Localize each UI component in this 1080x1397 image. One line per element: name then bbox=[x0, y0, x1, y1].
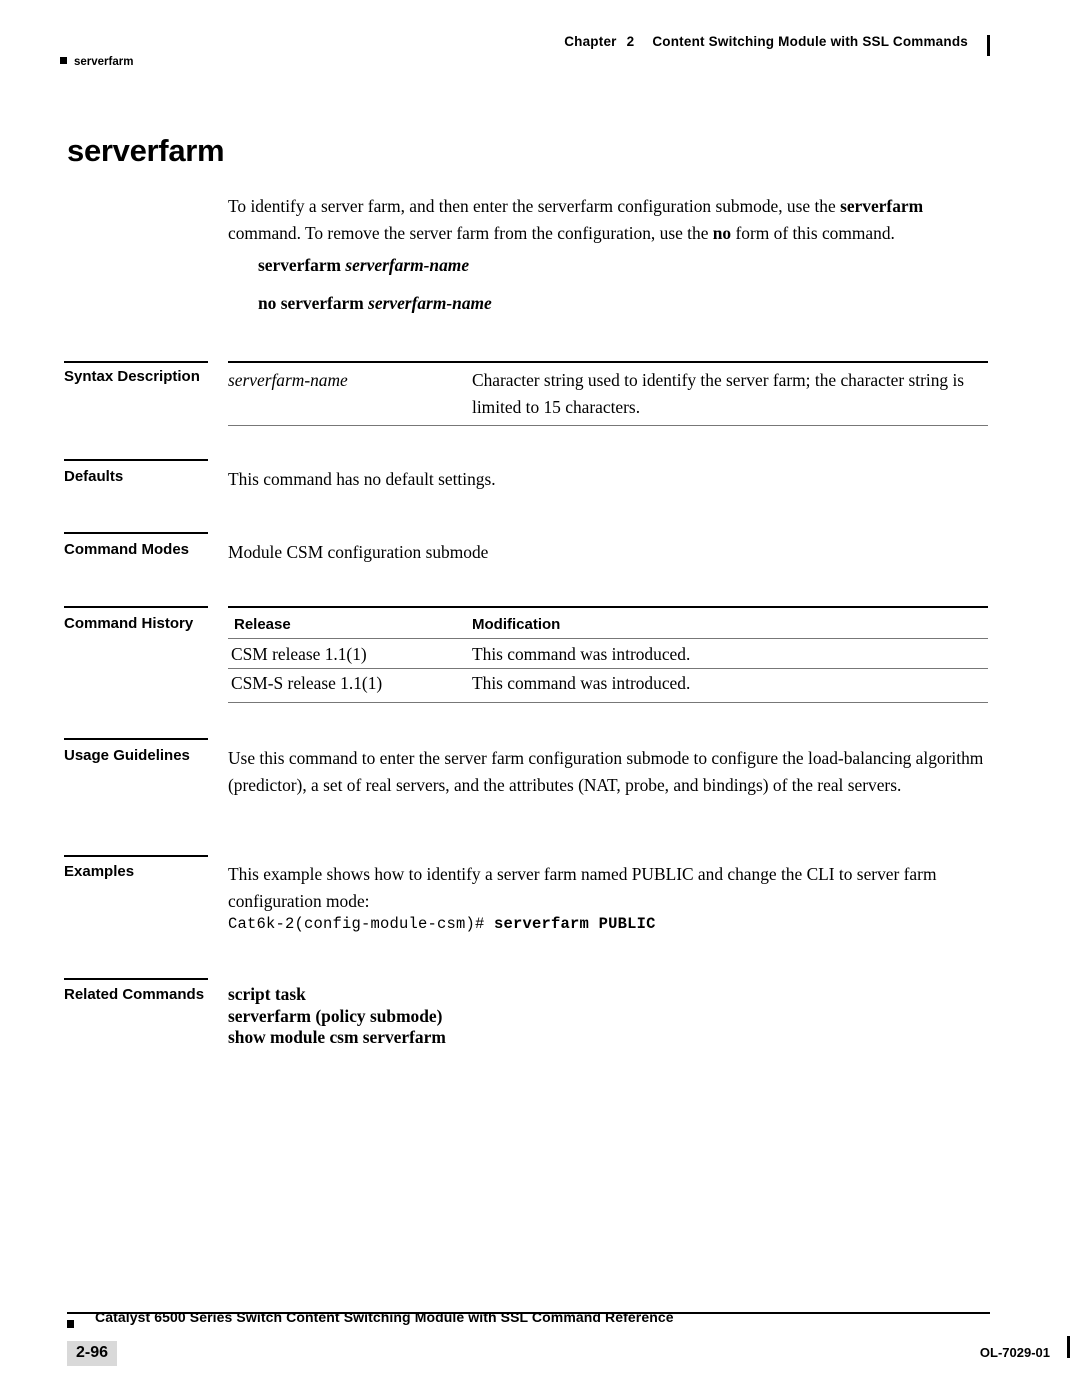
section-label-usage-guidelines: Usage Guidelines bbox=[64, 747, 190, 764]
command-history-row2-modification: This command was introduced. bbox=[472, 673, 691, 693]
examples-text: This example shows how to identify a ser… bbox=[228, 864, 937, 911]
footer-doc-id: OL-7029-01 bbox=[979, 1345, 1050, 1360]
rule-command-history-bottom bbox=[228, 702, 988, 703]
rule-syntax-description-label bbox=[64, 361, 208, 363]
header-running-head: serverfarm bbox=[60, 56, 133, 68]
section-label-defaults: Defaults bbox=[64, 468, 124, 485]
rule-command-modes-label bbox=[64, 532, 208, 534]
rule-command-history-top bbox=[228, 606, 988, 608]
syntax-line-negative: no serverfarm serverfarm-name bbox=[258, 293, 492, 314]
command-history-row1-release: CSM release 1.1(1) bbox=[231, 644, 367, 664]
rule-defaults-label bbox=[64, 459, 208, 461]
document-page: Chapter 2 Content Switching Module with SS… bbox=[0, 0, 1080, 1397]
rule-command-history-label bbox=[64, 606, 208, 608]
footer-square-icon bbox=[67, 1320, 74, 1328]
syntax-command: serverfarm bbox=[258, 255, 342, 275]
rule-command-history-header bbox=[228, 638, 988, 639]
defaults-text: This command has no default settings. bbox=[228, 469, 496, 489]
intro-line1-a: To identify a server farm, and then ente… bbox=[228, 196, 841, 216]
usage-guidelines-text: Use this command to enter the server far… bbox=[228, 748, 984, 795]
intro-no-bold: no bbox=[712, 223, 732, 243]
bullet-square-icon bbox=[60, 57, 67, 64]
footer-page-number: 2-96 bbox=[67, 1341, 118, 1366]
section-label-related-commands: Related Commands bbox=[64, 986, 205, 1003]
footer-document-title: Catalyst 6500 Series Switch Content Swit… bbox=[95, 1309, 674, 1325]
related-command-item-3[interactable]: show module csm serverfarm bbox=[228, 1027, 446, 1049]
syntax-argument: serverfarm-name bbox=[345, 255, 470, 275]
intro-line2-a: command. To remove the server farm from … bbox=[228, 223, 713, 243]
command-history-col-modification: Modification bbox=[472, 616, 561, 633]
syntax-line-positive: serverfarm serverfarm-name bbox=[258, 255, 469, 276]
command-history-col-release: Release bbox=[234, 616, 291, 633]
command-history-row2-release: CSM-S release 1.1(1) bbox=[231, 673, 383, 693]
section-label-command-modes: Command Modes bbox=[64, 541, 190, 558]
rule-syntax-description-top bbox=[228, 361, 988, 363]
syntax-description-definition: Character string used to identify the se… bbox=[472, 370, 965, 417]
syntax-no-argument: serverfarm-name bbox=[368, 293, 492, 313]
header-chapter-number: 2 bbox=[626, 34, 635, 49]
examples-code-block: Cat6k-2(config-module-csm)# serverfarm P… bbox=[228, 915, 656, 933]
command-history-row1-modification: This command was introduced. bbox=[472, 644, 691, 664]
header-rule-right bbox=[987, 35, 990, 56]
syntax-no-command: no serverfarm bbox=[258, 293, 364, 313]
examples-code-command: serverfarm PUBLIC bbox=[494, 915, 656, 933]
rule-syntax-description-bottom bbox=[228, 425, 988, 426]
header-chapter-title: Content Switching Module with SSL Comman… bbox=[652, 34, 968, 49]
rule-usage-guidelines-label bbox=[64, 738, 208, 740]
intro-paragraph: To identify a server farm, and then ente… bbox=[228, 193, 988, 247]
section-label-command-history: Command History bbox=[64, 615, 194, 632]
header-chapter-line: Chapter 2 Content Switching Module with SS… bbox=[564, 34, 968, 49]
related-command-item-2[interactable]: serverfarm (policy submode) bbox=[228, 1006, 446, 1028]
footer-rule-right bbox=[1067, 1336, 1070, 1358]
page-title: serverfarm bbox=[67, 133, 225, 168]
command-modes-text: Module CSM configuration submode bbox=[228, 542, 489, 562]
related-commands-list: script task serverfarm (policy submode) … bbox=[228, 984, 446, 1049]
page-header: Chapter 2 Content Switching Module with SS… bbox=[60, 34, 990, 68]
header-running-head-text: serverfarm bbox=[74, 56, 134, 68]
header-chapter-label: Chapter bbox=[564, 34, 617, 49]
intro-command-bold: serverfarm bbox=[840, 196, 924, 216]
examples-code-prompt: Cat6k-2(config-module-csm)# bbox=[228, 915, 495, 933]
intro-line2-c: form of this command. bbox=[731, 223, 895, 243]
rule-related-commands-label bbox=[64, 978, 208, 980]
rule-command-history-row1 bbox=[228, 668, 988, 669]
syntax-description-term: serverfarm-name bbox=[228, 370, 348, 390]
rule-examples-label bbox=[64, 855, 208, 857]
section-label-examples: Examples bbox=[64, 863, 135, 880]
section-label-syntax-description: Syntax Description bbox=[64, 368, 200, 385]
related-command-item-1[interactable]: script task bbox=[228, 984, 446, 1006]
